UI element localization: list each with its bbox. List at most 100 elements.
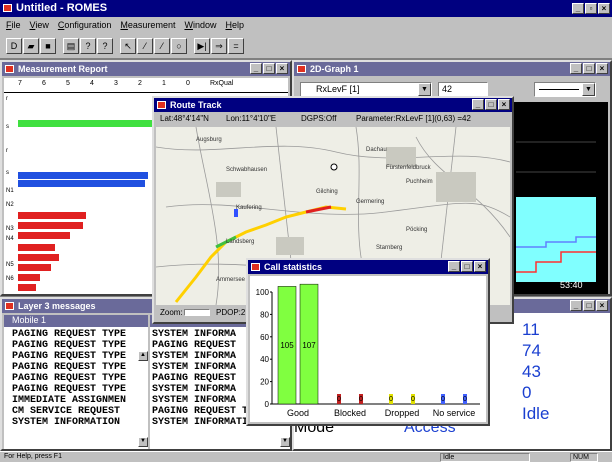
help-icon[interactable]: ? xyxy=(80,38,96,54)
message-row[interactable]: PAGING REQUEST TYPE xyxy=(12,373,138,384)
new-icon[interactable]: D xyxy=(6,38,22,54)
step-icon[interactable]: ⇒ xyxy=(211,38,227,54)
menu-configuration[interactable]: Configuration xyxy=(58,20,112,30)
minimize-icon[interactable]: _ xyxy=(570,300,582,311)
gauge-icon[interactable]: ○ xyxy=(171,38,187,54)
maximize-icon[interactable]: □ xyxy=(263,63,275,74)
close-icon[interactable]: × xyxy=(276,63,288,74)
close-icon[interactable]: × xyxy=(474,261,486,272)
call-statistics-titlebar: Call statistics _ □ × xyxy=(248,260,488,274)
chevron-down-icon[interactable]: ▼ xyxy=(582,83,595,96)
message-row[interactable]: PAGING REQUEST TYPE xyxy=(12,351,138,362)
map-town-label: Fürstenfeldbruck xyxy=(386,165,431,171)
minimize-icon[interactable]: _ xyxy=(472,99,484,110)
menu-view[interactable]: View xyxy=(30,20,49,30)
measurement-bar xyxy=(18,222,84,229)
chart-a-icon[interactable]: ⁄ xyxy=(137,38,153,54)
graph2d-time: 53:40 xyxy=(560,280,583,290)
menu-file[interactable]: File xyxy=(6,20,21,30)
toolbar: D ▰ ■ ▤?? ↖ ⁄ ⁄ ○ ▶| ⇒ = xyxy=(0,33,612,59)
graph2d-fill xyxy=(516,197,596,282)
menu-measurement[interactable]: Measurement xyxy=(120,20,175,30)
measurement-bar xyxy=(18,254,60,261)
route-info-bar: Lat:48°4'14"N Lon:11°4'10"E DGPS:Off Par… xyxy=(156,114,510,126)
save-icon[interactable]: ■ xyxy=(40,38,56,54)
app-titlebar: Untitled - ROMES _ ▫ × xyxy=(0,0,612,17)
scroll-down-icon[interactable]: ▼ xyxy=(138,437,148,447)
route-track-titlebar: Route Track _ □ × xyxy=(154,98,512,112)
mobile1-list: PAGING REQUEST TYPE PAGING REQUEST TYPE PA… xyxy=(4,327,148,428)
message-row[interactable]: PAGING REQUEST TYPE xyxy=(12,384,138,395)
map-town-label: Puchheim xyxy=(406,179,433,185)
minimize-icon[interactable]: _ xyxy=(250,63,262,74)
maximize-icon[interactable]: □ xyxy=(485,99,497,110)
message-row[interactable]: CM SERVICE REQUEST xyxy=(12,406,138,417)
restore-icon[interactable]: ▫ xyxy=(585,3,597,14)
close-icon[interactable]: × xyxy=(598,3,610,14)
minimize-icon[interactable]: _ xyxy=(448,261,460,272)
minimize-icon[interactable]: _ xyxy=(570,63,582,74)
window-controls: _ □ × xyxy=(570,300,608,311)
context-help-icon[interactable]: ? xyxy=(97,38,113,54)
mobile1-header: Mobile 1 xyxy=(4,315,148,327)
equal-icon[interactable]: = xyxy=(228,38,244,54)
category-label: Good xyxy=(287,408,309,418)
parameter-select[interactable]: RxLevF [1] ▼ xyxy=(300,82,432,97)
graph2d-titlebar: 2D-Graph 1 _ □ × xyxy=(294,62,610,76)
row-label: r xyxy=(6,148,8,154)
scale-tick: 6 xyxy=(42,80,46,87)
menu-help[interactable]: Help xyxy=(225,20,244,30)
value-field[interactable]: 42 xyxy=(438,82,488,97)
row-label: N6 xyxy=(6,276,14,282)
scroll-up-icon[interactable]: ▲ xyxy=(138,351,148,361)
status-value: Idle xyxy=(522,404,550,423)
maximize-icon[interactable]: □ xyxy=(461,261,473,272)
close-icon[interactable]: × xyxy=(498,99,510,110)
scale-tick: 5 xyxy=(66,80,70,87)
status-value: 0 xyxy=(522,383,532,402)
window-controls: _ □ × xyxy=(448,261,486,272)
close-icon[interactable]: × xyxy=(596,63,608,74)
pointer-icon[interactable]: ↖ xyxy=(120,38,136,54)
measurement-bar xyxy=(18,284,36,291)
menu-window[interactable]: Window xyxy=(184,20,216,30)
graph2d-title: 2D-Graph 1 xyxy=(310,64,359,74)
category-label: No service xyxy=(433,408,476,418)
maximize-icon[interactable]: □ xyxy=(583,300,595,311)
close-icon[interactable]: × xyxy=(596,300,608,311)
bar-data-label: 0 xyxy=(441,396,445,403)
app-title: Untitled - ROMES xyxy=(16,2,108,14)
scroll-down-icon[interactable]: ▼ xyxy=(280,437,290,447)
maximize-icon[interactable]: □ xyxy=(583,63,595,74)
open-icon[interactable]: ▰ xyxy=(23,38,39,54)
line-style-sample xyxy=(539,89,579,90)
map-town-label: Dachau xyxy=(366,147,387,153)
scale-divider xyxy=(4,92,288,93)
scale-tick: 4 xyxy=(90,80,94,87)
play-icon[interactable]: ▶| xyxy=(194,38,210,54)
row-label: N2 xyxy=(6,202,14,208)
category-label: Dropped xyxy=(385,408,420,418)
message-row[interactable]: SYSTEM INFORMATION xyxy=(12,417,138,428)
map-town-label: Starnberg xyxy=(376,245,403,251)
chevron-down-icon[interactable]: ▼ xyxy=(418,83,431,96)
message-row[interactable]: IMMEDIATE ASSIGNMEN xyxy=(12,395,138,406)
zoom-slider[interactable] xyxy=(184,309,210,316)
status-num: NUM xyxy=(570,453,598,462)
row-label: N3 xyxy=(6,226,14,232)
map-town-label: Kaufering xyxy=(236,205,262,211)
scale-tick: 2 xyxy=(138,80,142,87)
minimize-icon[interactable]: _ xyxy=(572,3,584,14)
latitude: Lat:48°4'14"N xyxy=(160,114,209,123)
chart-b-icon[interactable]: ⁄ xyxy=(154,38,170,54)
status-value: 43 xyxy=(522,362,541,381)
measurement-bar xyxy=(18,244,55,251)
message-row[interactable]: PAGING REQUEST TYPE xyxy=(12,329,138,340)
message-row[interactable]: PAGING REQUEST TYPE xyxy=(12,362,138,373)
line-style-select[interactable]: ▼ xyxy=(534,82,596,97)
print-icon[interactable]: ▤ xyxy=(63,38,79,54)
message-row[interactable]: PAGING REQUEST TYPE xyxy=(12,340,138,351)
status-idle: Idle xyxy=(440,453,530,462)
y-tick-label: 0 xyxy=(265,400,270,409)
row-label: N4 xyxy=(6,236,14,242)
